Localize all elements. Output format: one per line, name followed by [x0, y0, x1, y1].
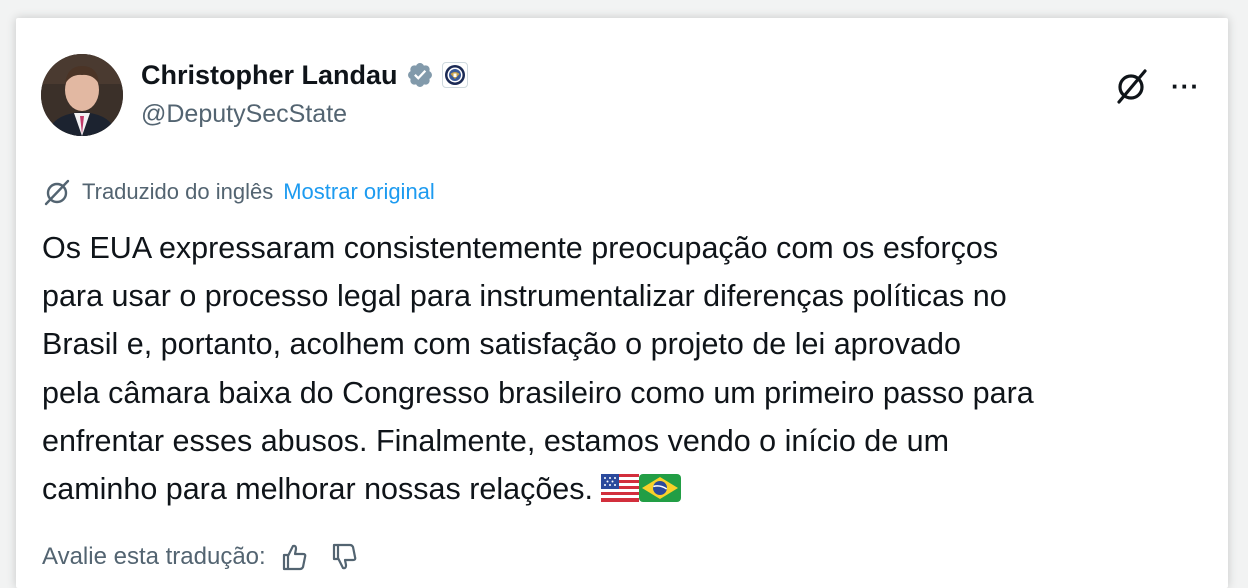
translate-icon — [44, 179, 70, 206]
translation-label: Traduzido do inglês — [82, 179, 274, 204]
tweet-line: caminho para melhorar nossas relações. — [42, 472, 593, 507]
us-flag-icon — [601, 474, 640, 503]
author-name-row: Christopher Landau — [141, 58, 468, 92]
more-options-button[interactable]: ··· — [1171, 73, 1200, 99]
tweet-card: Christopher Landau @DeputySecState ··· T… — [16, 18, 1228, 588]
tweet-text: Os EUA expressaram consistentemente preo… — [42, 224, 1212, 513]
state-department-seal-icon[interactable] — [441, 62, 468, 88]
show-original-link[interactable]: Mostrar original — [283, 179, 435, 205]
tweet-line: Brasil e, portanto, acolhem com satisfaç… — [42, 327, 961, 362]
top-actions: ··· — [1113, 66, 1200, 106]
thumbs-down-icon[interactable] — [328, 542, 360, 572]
avatar[interactable] — [41, 54, 123, 136]
thumbs-up-icon[interactable] — [278, 542, 310, 572]
tweet-line: para usar o processo legal para instrume… — [42, 279, 1007, 314]
rate-translation: Avalie esta tradução: — [42, 542, 360, 572]
grok-icon[interactable] — [1113, 66, 1153, 106]
rate-translation-label: Avalie esta tradução: — [42, 543, 266, 570]
verified-badge-icon — [407, 63, 432, 87]
tweet-line: Os EUA expressaram consistentemente preo… — [42, 231, 999, 265]
brazil-flag-icon — [639, 474, 682, 503]
tweet-line: pela câmara baixa do Congresso brasileir… — [42, 375, 1034, 410]
author-name[interactable]: Christopher Landau — [141, 60, 398, 91]
tweet-line: enfrentar esses abusos. Finalmente, esta… — [42, 423, 950, 458]
translation-notice: Traduzido do inglês Mostrar original — [42, 178, 435, 206]
author-handle[interactable]: @DeputySecState — [141, 100, 347, 129]
